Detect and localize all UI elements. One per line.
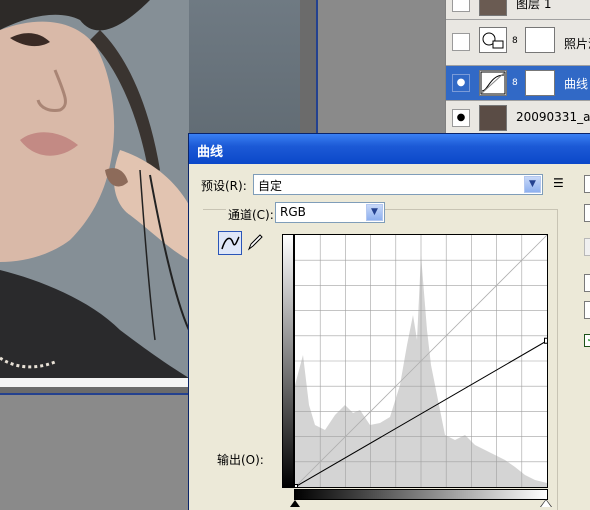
layer-row-2[interactable]: 8 照片滤 [446, 20, 590, 66]
link-icon: 8 [512, 78, 518, 88]
adjustment-layer-icon [479, 27, 507, 53]
channel-value: RGB [280, 205, 306, 219]
curves-dialog: 曲线 预设(R): 自定 ▼ ☰ 通道(C): RGB ▼ 输出(O): ✓ [188, 133, 590, 510]
link-icon: 8 [512, 36, 518, 46]
auto-button[interactable] [584, 274, 590, 292]
ok-button[interactable] [584, 175, 590, 193]
cancel-button[interactable] [584, 204, 590, 222]
output-label: 输出(O): [217, 453, 264, 467]
preset-value: 自定 [258, 179, 283, 193]
layer-mask-thumbnail [525, 27, 555, 53]
curve-tool-button[interactable] [218, 231, 242, 255]
curves-graph[interactable] [292, 234, 550, 490]
curves-adjustment-icon [479, 70, 507, 96]
layer-name: 照片滤 [564, 37, 590, 51]
layer-row-4[interactable]: ● 20090331_a7c0 [446, 101, 590, 136]
black-point-slider[interactable] [290, 500, 300, 507]
layer-mask-thumbnail [525, 70, 555, 96]
layer-name: 20090331_a7c0 [516, 110, 590, 124]
preset-options-icon[interactable]: ☰ [553, 176, 564, 190]
layer-thumbnail [479, 0, 507, 16]
chevron-down-icon[interactable]: ▼ [366, 204, 383, 221]
smooth-button[interactable] [584, 238, 590, 256]
channel-group-border-right [557, 209, 558, 510]
preset-label: 预设(R): [201, 179, 247, 193]
options-button[interactable] [584, 301, 590, 319]
pencil-icon [247, 234, 263, 251]
dialog-title: 曲线 [197, 145, 224, 160]
layer-name: 图层 1 [516, 0, 552, 11]
input-gradient-bar [294, 489, 548, 500]
layer-thumbnail [479, 105, 507, 131]
layers-panel: 图层 1 8 照片滤 ● 8 曲线 ● 20090331_a7c0 [445, 0, 590, 136]
pencil-tool-button[interactable] [244, 231, 266, 253]
output-gradient-bar [282, 234, 294, 488]
visibility-toggle[interactable] [452, 33, 470, 51]
eye-icon[interactable]: ● [452, 74, 470, 92]
curves-chart[interactable] [292, 234, 550, 490]
channel-label: 通道(C): [226, 206, 276, 223]
visibility-toggle[interactable] [452, 0, 470, 12]
layer-row-3[interactable]: ● 8 曲线 [446, 66, 590, 101]
channel-select[interactable]: RGB ▼ [275, 202, 385, 223]
curve-icon [221, 236, 240, 250]
eye-icon[interactable]: ● [452, 109, 470, 127]
preview-checkbox[interactable]: ✓ [584, 334, 590, 347]
chevron-down-icon[interactable]: ▼ [524, 176, 541, 193]
preset-select[interactable]: 自定 ▼ [253, 174, 543, 195]
layer-row-1[interactable]: 图层 1 [446, 0, 590, 20]
layer-name: 曲线 [564, 77, 589, 91]
dialog-titlebar[interactable]: 曲线 [189, 134, 590, 164]
curve-control-point [292, 484, 298, 490]
curve-control-point [544, 337, 550, 344]
white-point-slider[interactable] [541, 500, 551, 507]
